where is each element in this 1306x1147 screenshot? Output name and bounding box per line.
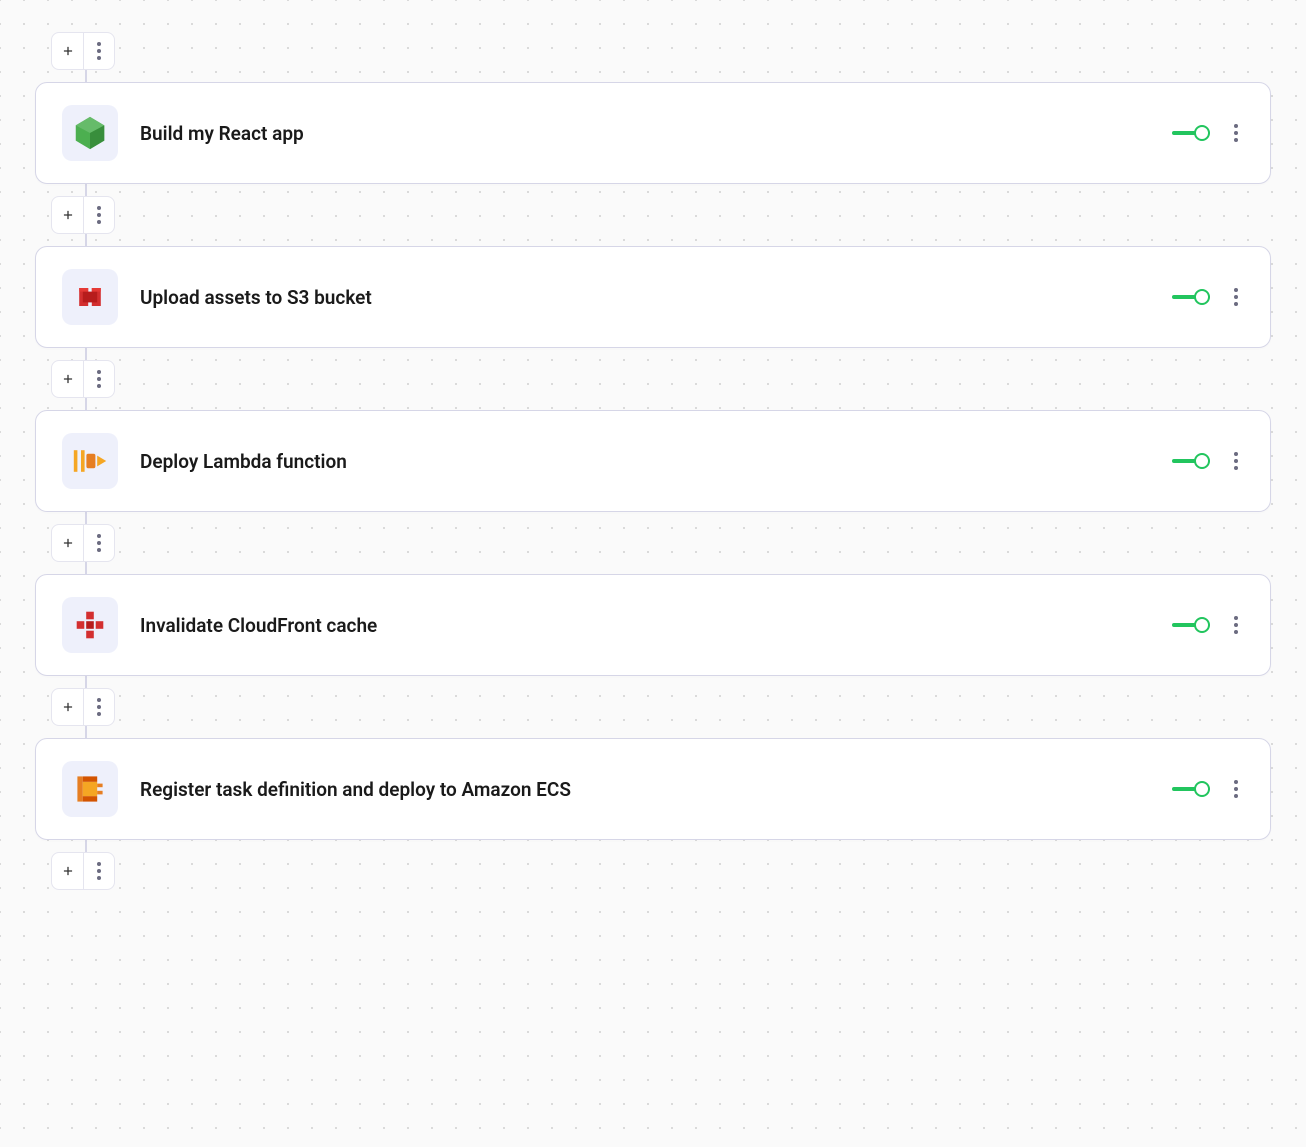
workflow-step-card[interactable]: Build my React app (35, 82, 1271, 184)
add-step-box (51, 360, 115, 398)
step-enabled-toggle[interactable] (1172, 780, 1210, 798)
add-step-button[interactable] (52, 361, 84, 397)
add-step-row (51, 360, 1271, 398)
toggle-knob (1194, 289, 1210, 305)
step-title: Register task definition and deploy to A… (140, 778, 1172, 801)
add-step-menu-button[interactable] (84, 853, 114, 889)
s3-icon (62, 269, 118, 325)
add-step-button[interactable] (52, 33, 84, 69)
add-step-box (51, 196, 115, 234)
plus-icon (61, 700, 75, 714)
step-menu-button[interactable] (1228, 118, 1244, 148)
plus-icon (61, 536, 75, 550)
workflow-step-card[interactable]: Deploy Lambda function (35, 410, 1271, 512)
add-step-menu-button[interactable] (84, 525, 114, 561)
add-step-button[interactable] (52, 689, 84, 725)
step-title: Upload assets to S3 bucket (140, 286, 1172, 309)
toggle-knob (1194, 617, 1210, 633)
add-step-button[interactable] (52, 525, 84, 561)
cloudfront-icon (62, 597, 118, 653)
plus-icon (61, 864, 75, 878)
add-step-menu-button[interactable] (84, 361, 114, 397)
step-menu-button[interactable] (1228, 610, 1244, 640)
add-step-row (51, 32, 1271, 70)
add-step-row (51, 524, 1271, 562)
step-enabled-toggle[interactable] (1172, 288, 1210, 306)
add-step-menu-button[interactable] (84, 33, 114, 69)
workflow-step-card[interactable]: Register task definition and deploy to A… (35, 738, 1271, 840)
node-icon (62, 105, 118, 161)
add-step-box (51, 688, 115, 726)
add-step-button[interactable] (52, 853, 84, 889)
ecs-icon (62, 761, 118, 817)
toggle-knob (1194, 453, 1210, 469)
add-step-row (51, 852, 1271, 890)
step-menu-button[interactable] (1228, 774, 1244, 804)
step-enabled-toggle[interactable] (1172, 452, 1210, 470)
add-step-box (51, 852, 115, 890)
add-step-menu-button[interactable] (84, 689, 114, 725)
step-title: Invalidate CloudFront cache (140, 614, 1172, 637)
plus-icon (61, 208, 75, 222)
lambda-icon (62, 433, 118, 489)
add-step-box (51, 32, 115, 70)
add-step-menu-button[interactable] (84, 197, 114, 233)
plus-icon (61, 44, 75, 58)
workflow-step-card[interactable]: Invalidate CloudFront cache (35, 574, 1271, 676)
plus-icon (61, 372, 75, 386)
add-step-box (51, 524, 115, 562)
workflow-canvas: Build my React app Upload assets to S3 b… (0, 32, 1306, 890)
add-step-row (51, 196, 1271, 234)
add-step-row (51, 688, 1271, 726)
step-title: Build my React app (140, 122, 1172, 145)
toggle-knob (1194, 781, 1210, 797)
step-enabled-toggle[interactable] (1172, 616, 1210, 634)
add-step-button[interactable] (52, 197, 84, 233)
step-menu-button[interactable] (1228, 446, 1244, 476)
toggle-knob (1194, 125, 1210, 141)
step-enabled-toggle[interactable] (1172, 124, 1210, 142)
step-menu-button[interactable] (1228, 282, 1244, 312)
workflow-step-card[interactable]: Upload assets to S3 bucket (35, 246, 1271, 348)
step-title: Deploy Lambda function (140, 450, 1172, 473)
